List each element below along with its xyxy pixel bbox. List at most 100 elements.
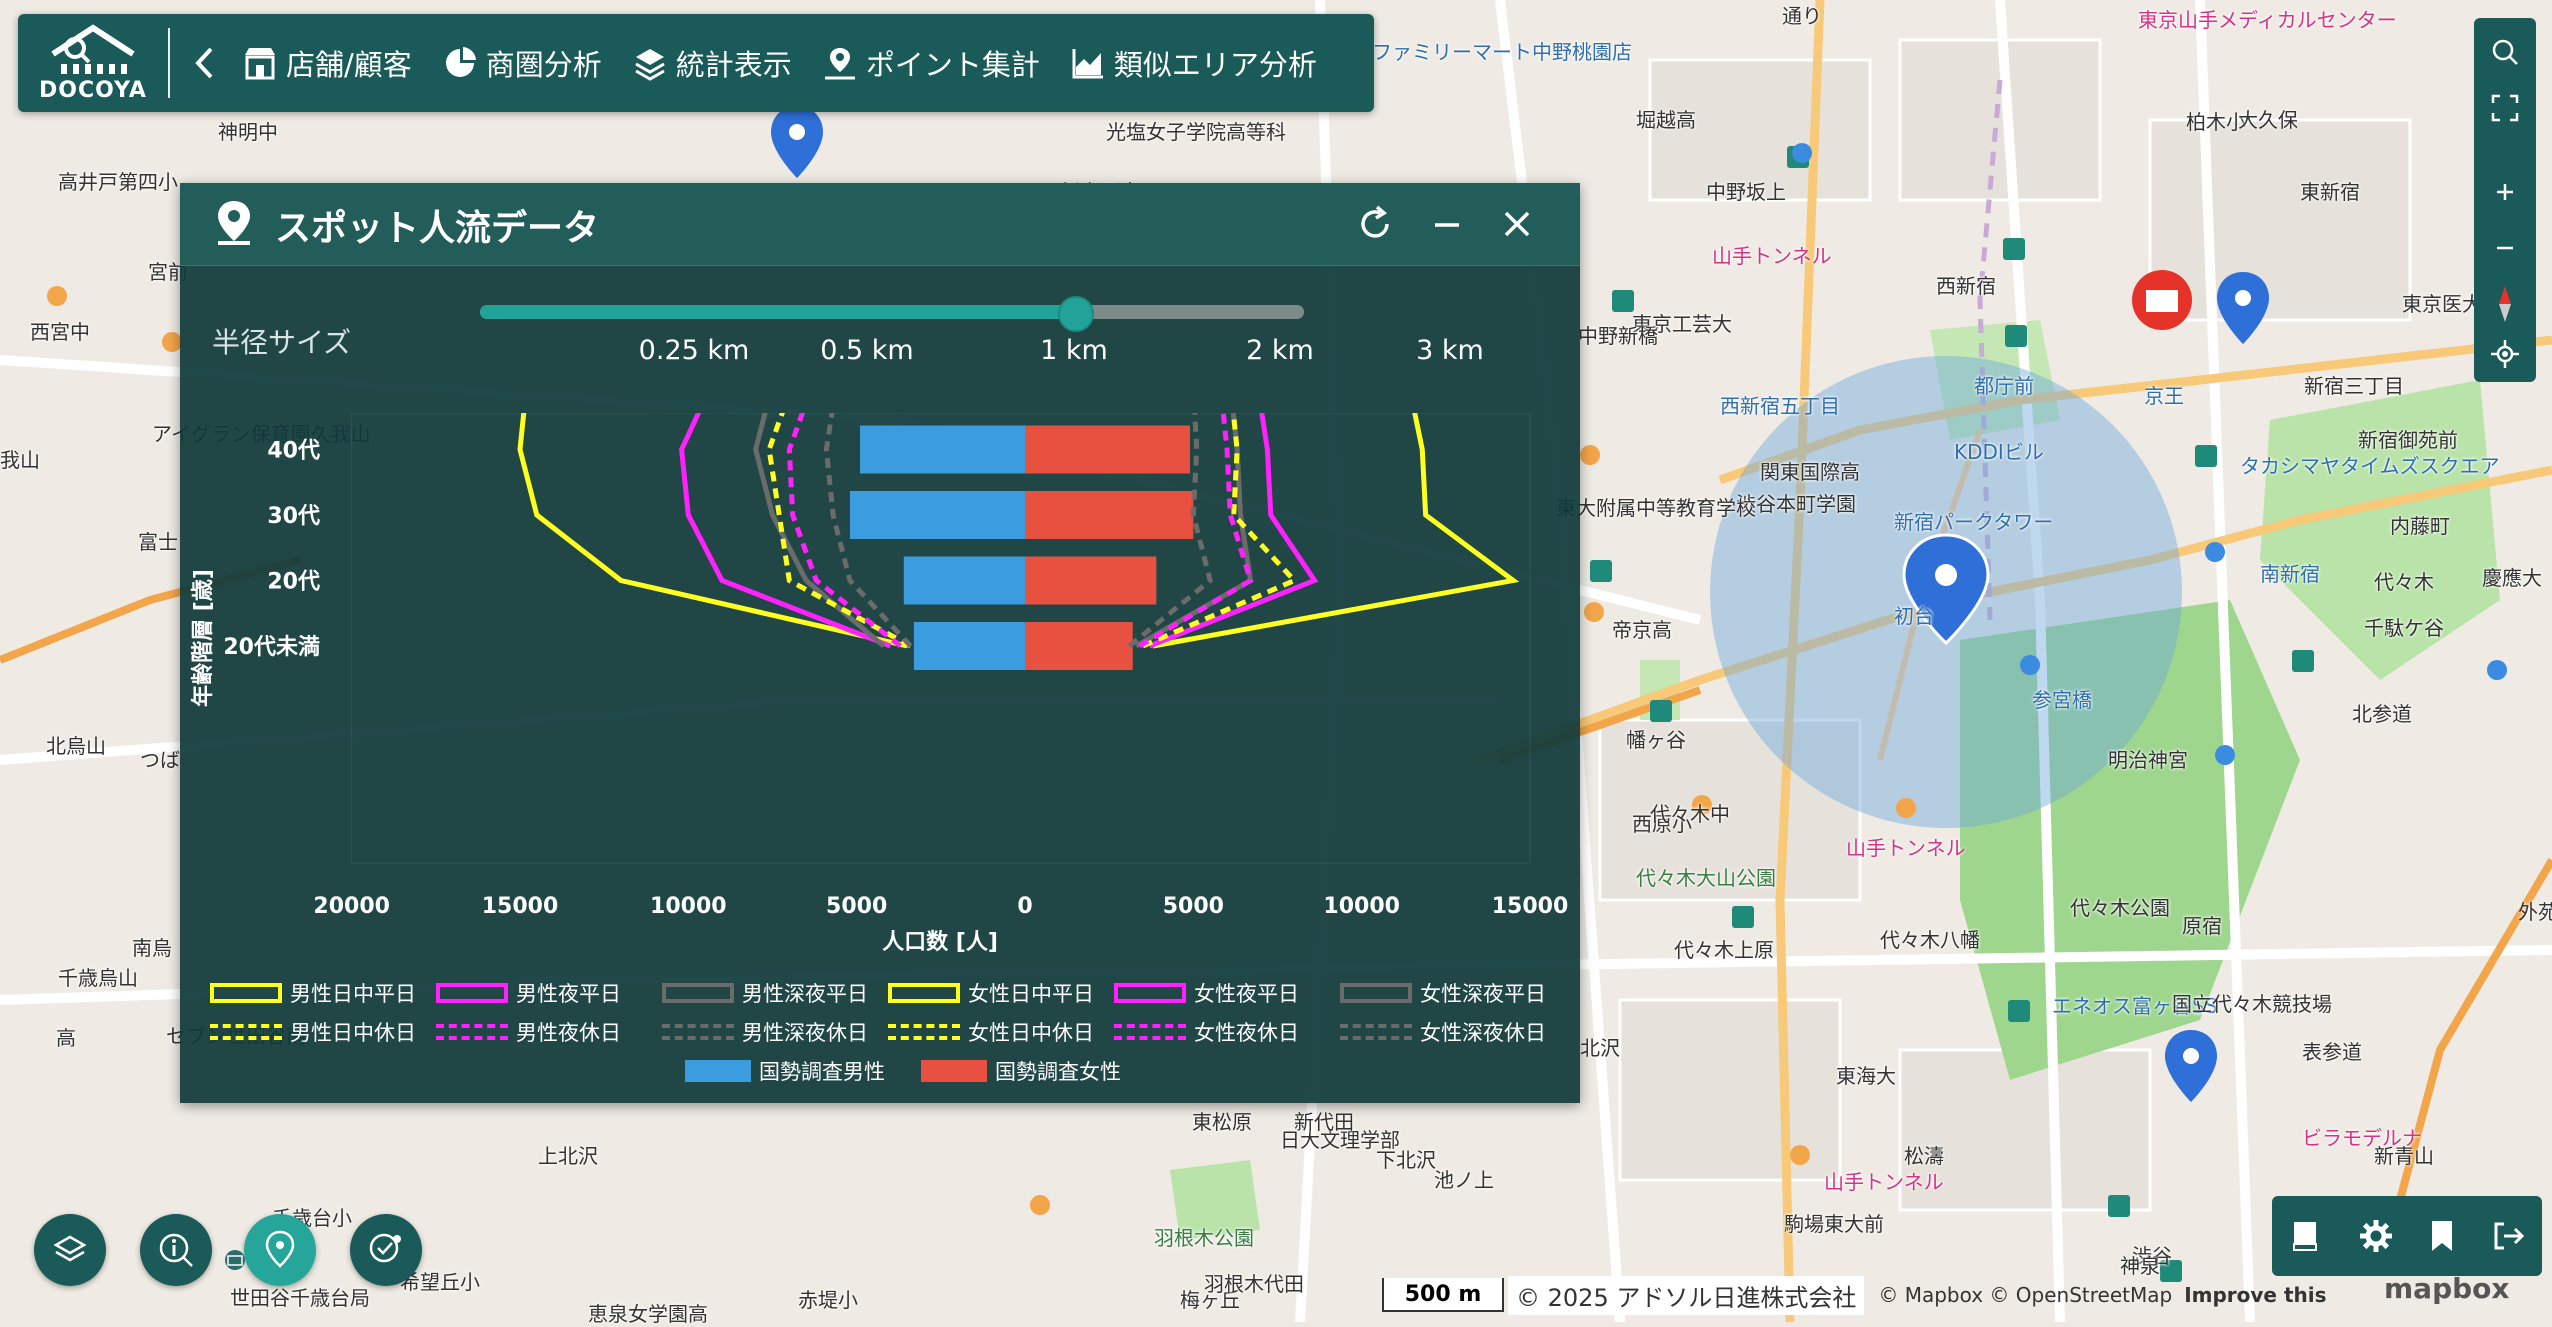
close-button[interactable]	[1496, 203, 1538, 245]
layers-icon	[53, 1235, 87, 1262]
osm-attribution-link[interactable]: © OpenStreetMap	[1989, 1283, 2172, 1307]
bar-census-female	[1025, 491, 1194, 539]
manual-book-icon[interactable]	[2288, 1218, 2324, 1254]
legend-swatch	[685, 1059, 751, 1082]
radius-slider[interactable]	[480, 296, 1304, 332]
map-label: 山手トンネル	[1824, 1170, 1944, 1194]
map-label: 南烏	[132, 936, 172, 960]
chart-legend: 男性日中平日 男性夜平日 男性深夜平日 女性日中平日 女性夜平日 女性深夜平日男性日中休日…	[210, 973, 1570, 1090]
map-label: 帝京高	[1612, 618, 1672, 642]
radius-option-label[interactable]: 2 km	[1246, 335, 1314, 366]
nav-separator	[168, 28, 170, 98]
legend-item[interactable]: 男性日中休日	[210, 1017, 436, 1047]
radius-option-label[interactable]: 3 km	[1416, 335, 1484, 366]
map-label: 外苑	[2518, 900, 2552, 924]
layers-button[interactable]	[34, 1214, 106, 1286]
utility-toolbar	[2272, 1196, 2542, 1276]
legend-item[interactable]: 女性日中平日	[888, 978, 1114, 1008]
nav-item-store-customer[interactable]: 店舗/顧客	[242, 42, 412, 84]
legend-item[interactable]: 女性深夜休日	[1340, 1017, 1566, 1047]
legend-swatch	[1340, 1023, 1412, 1040]
category-label: 30代	[267, 504, 320, 529]
radius-option-label[interactable]: 1 km	[1040, 335, 1108, 366]
map-label: 東京山手メディカルセンター	[2138, 8, 2397, 32]
radius-option-label[interactable]: 0.25 km	[639, 335, 750, 366]
legend-item[interactable]: 男性深夜平日	[662, 978, 888, 1008]
map-label: 西宮中	[30, 320, 90, 344]
legend-item[interactable]: 男性夜休日	[436, 1017, 662, 1047]
x-tick-label: 5000	[1163, 894, 1224, 919]
mapbox-logo[interactable]: mapbox	[2384, 1272, 2509, 1305]
map-label: 初台	[1894, 604, 1934, 628]
nav-item-point-aggregate[interactable]: ポイント集計	[822, 42, 1040, 84]
legend-item[interactable]: 男性夜平日	[436, 978, 662, 1008]
legend-swatch	[1114, 982, 1186, 1003]
nav-label: 統計表示	[675, 48, 792, 82]
legend-item[interactable]: 国勢調査女性	[921, 1056, 1157, 1086]
map-label: 上北沢	[538, 1144, 598, 1168]
map-label: 高	[56, 1026, 76, 1050]
legend-item[interactable]: 女性夜休日	[1114, 1017, 1340, 1047]
map-label: 明治神宮	[2108, 748, 2188, 772]
map-label: 原宿	[2182, 914, 2222, 938]
population-pyramid-chart: 年齢階層 [歳]20代未満20代30代40代50代60代70代以上2000015…	[190, 413, 1568, 955]
legend-swatch	[436, 982, 508, 1003]
map-label: 千駄ケ谷	[2364, 616, 2444, 640]
map-label: 新青山	[2374, 1144, 2434, 1168]
radius-option-label[interactable]: 0.5 km	[820, 335, 913, 366]
nav-item-similar-area[interactable]: 類似エリア分析	[1070, 42, 1317, 84]
legend-label: 女性日中休日	[968, 1020, 1094, 1045]
map-label: 北烏山	[46, 734, 106, 758]
legend-item[interactable]: 男性深夜休日	[662, 1017, 888, 1047]
panel-title: スポット人流データ	[275, 208, 600, 249]
logout-icon[interactable]	[2490, 1218, 2526, 1254]
geolocate-icon	[2491, 340, 2519, 368]
legend-swatch	[662, 1023, 734, 1040]
info-button[interactable]	[140, 1214, 212, 1286]
copyright-text: © 2025 アドソル日進株式会社	[1508, 1275, 1865, 1315]
legend-item[interactable]: 女性夜平日	[1114, 978, 1340, 1008]
spot-flow-button[interactable]	[244, 1214, 316, 1286]
bar-census-male	[903, 556, 1025, 605]
legend-label: 国勢調査女性	[995, 1059, 1121, 1084]
y-axis-title: 年齢階層 [歳]	[190, 569, 216, 707]
compass-button[interactable]	[2474, 276, 2536, 332]
zoom-in-button[interactable]	[2474, 164, 2536, 220]
panel-title-bar[interactable]: スポット人流データ	[180, 183, 1580, 266]
geolocate-button[interactable]	[2474, 326, 2536, 382]
mapbox-attribution-link[interactable]: © Mapbox	[1878, 1283, 1983, 1307]
map-label: 京王	[2144, 384, 2184, 408]
nav-item-trade-area[interactable]: 商圏分析	[442, 42, 602, 84]
map-label: 代々木上原	[1674, 938, 1774, 962]
map-label: 東新宿	[2300, 180, 2360, 204]
fullscreen-button[interactable]	[2474, 80, 2536, 136]
nav-label: ポイント集計	[865, 48, 1040, 82]
legend-item[interactable]: 女性深夜平日	[1340, 978, 1566, 1008]
map-controls	[2474, 18, 2536, 382]
map-label: 松濤	[1904, 1144, 1944, 1168]
legend-label: 男性夜休日	[516, 1020, 621, 1045]
map-label: 神明中	[218, 120, 278, 144]
settings-gear-icon[interactable]	[2357, 1217, 2395, 1255]
legend-item[interactable]: 女性日中休日	[888, 1017, 1114, 1047]
map-scale-bar: 500 m	[1382, 1278, 1504, 1312]
legend-row: 男性日中平日 男性夜平日 男性深夜平日 女性日中平日 女性夜平日 女性深夜平日	[210, 973, 1570, 1012]
collapse-nav-button[interactable]	[184, 33, 224, 93]
nav-item-statistics[interactable]: 統計表示	[632, 42, 792, 84]
radius-size-label: 半径サイズ	[212, 326, 352, 359]
docoya-logo[interactable]: DOCOYA	[18, 14, 168, 112]
map-search-button[interactable]	[2474, 24, 2536, 80]
bar-census-female	[1025, 425, 1190, 474]
layers-stack-icon	[635, 49, 665, 81]
legend-item[interactable]: 男性日中平日	[210, 978, 436, 1008]
refresh-button[interactable]	[1354, 203, 1396, 245]
minimize-button[interactable]	[1426, 203, 1468, 245]
zoom-out-button[interactable]	[2474, 220, 2536, 276]
check-zoom-button[interactable]	[350, 1214, 422, 1286]
bookmark-icon[interactable]	[2427, 1218, 2457, 1254]
improve-map-link[interactable]: Improve this	[2184, 1283, 2326, 1307]
radius-slider-thumb[interactable]	[1058, 296, 1094, 332]
x-tick-label: 20000	[313, 894, 390, 919]
legend-swatch	[888, 982, 960, 1003]
legend-item[interactable]: 国勢調査男性	[685, 1056, 921, 1086]
